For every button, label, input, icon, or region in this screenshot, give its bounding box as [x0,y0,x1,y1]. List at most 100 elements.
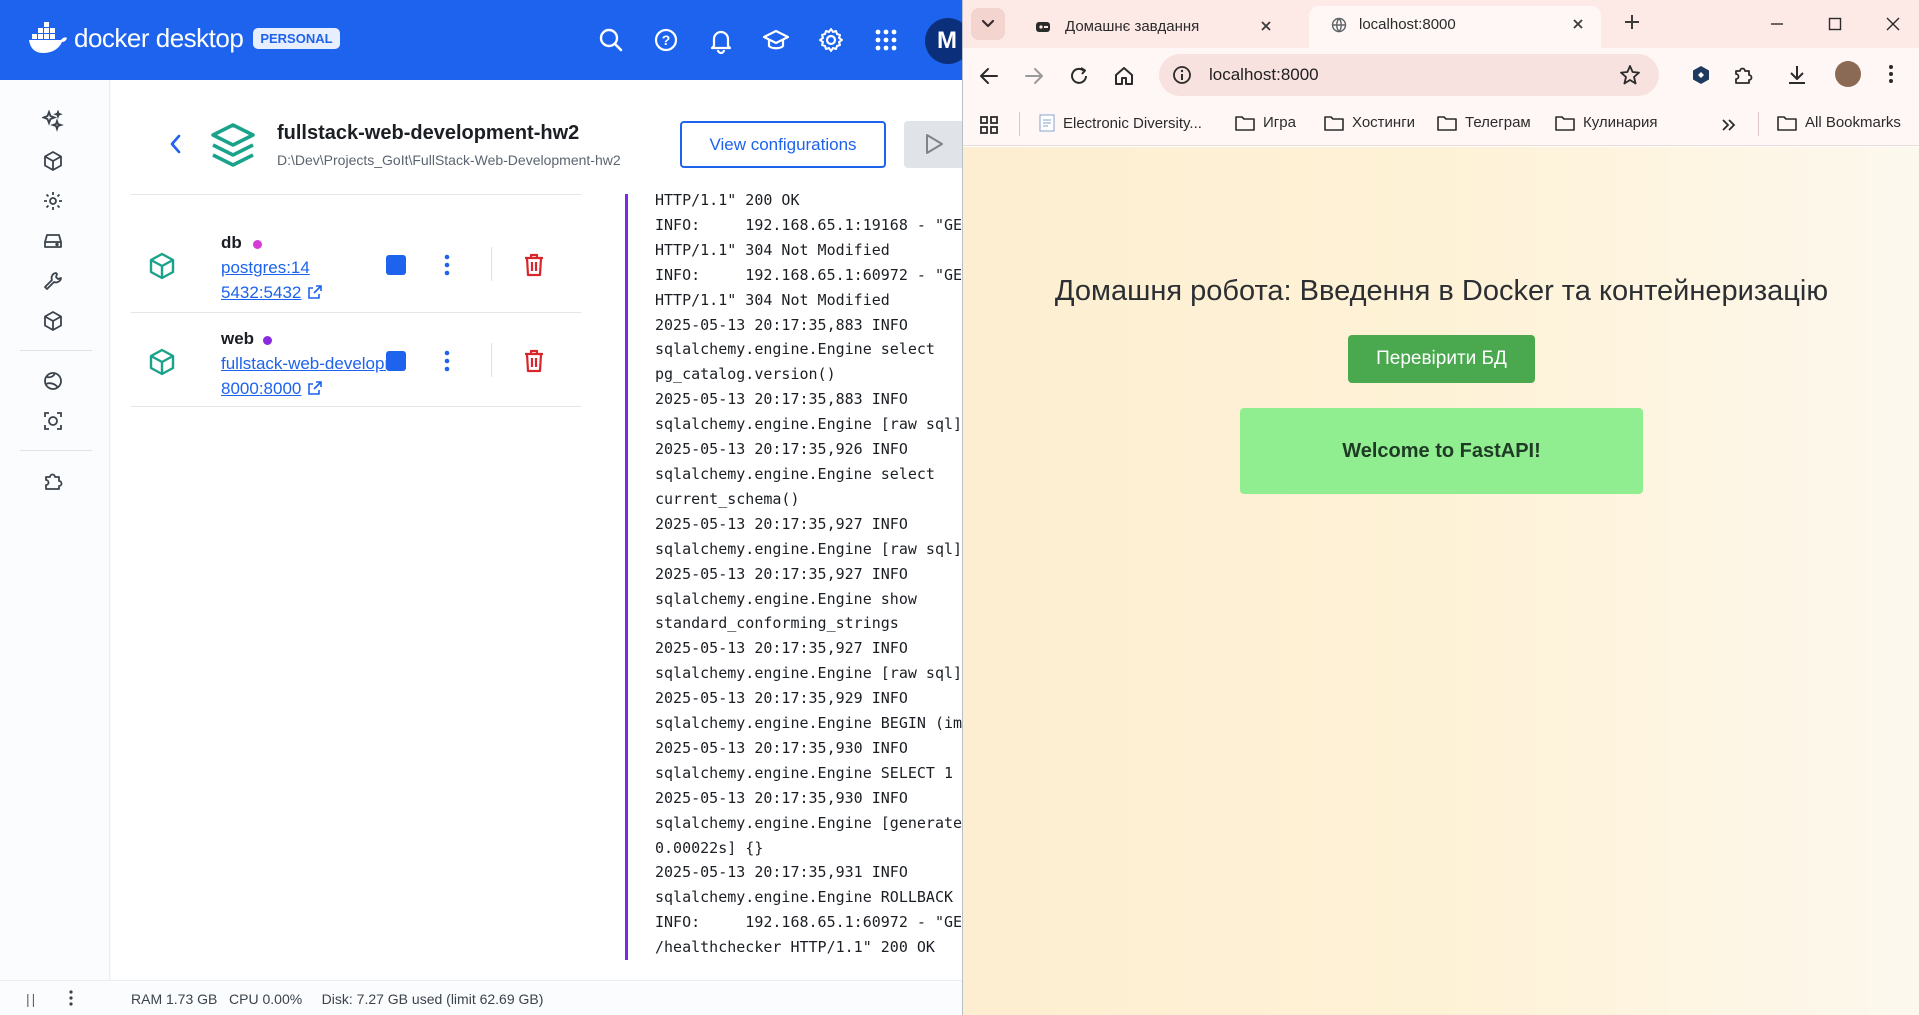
bookmark-star-icon[interactable] [1619,64,1641,86]
docker-sidebar [0,80,110,1015]
apps-icon[interactable] [979,115,999,135]
containers-icon[interactable] [42,150,64,172]
bookmark-folder[interactable]: Хостинги [1324,114,1415,131]
site-info-icon[interactable] [1171,64,1193,86]
more-options-icon[interactable] [443,253,451,277]
all-bookmarks-label: All Bookmarks [1805,114,1901,131]
volumes-icon[interactable] [42,230,64,252]
trash-icon[interactable] [523,349,545,373]
scout-icon[interactable] [42,410,64,432]
service-row-db[interactable]: db postgres:14 5432:5432 [131,225,581,320]
extensions-icon[interactable] [42,470,64,492]
chrome-menu-icon[interactable] [1888,63,1894,85]
bookmark-folder[interactable]: Игра [1235,114,1296,131]
log-line: sqlalchemy.engine.Engine ROLLBACK [655,888,954,907]
divider [131,406,581,407]
bookmark-folder[interactable]: Кулинария [1555,114,1658,131]
images-icon[interactable] [42,190,64,212]
log-line: sqlalchemy.engine.Engine BEGIN (im [655,714,962,733]
disk-usage: Disk: 7.27 GB used (limit 62.69 GB) [321,991,544,1007]
docker-whale-icon [29,22,67,53]
logs-panel[interactable]: HTTP/1.1" 200 OK INFO: 192.168.65.1:19168… [625,194,962,960]
forward-arrow-icon[interactable] [1023,65,1045,87]
service-image-link[interactable]: postgres:14 [221,258,386,278]
back-chevron-icon[interactable] [167,132,185,156]
new-tab-icon[interactable] [1623,13,1641,31]
project-title: fullstack-web-development-hw2 [277,122,580,144]
docker-logo[interactable]: docker desktop PERSONAL [28,22,340,54]
bookmark-label: Игра [1263,114,1296,131]
tab-search-button[interactable] [971,8,1005,40]
status-more-icon[interactable] [68,989,74,1007]
log-line: sqlalchemy.engine.Engine [raw sql] [655,664,962,683]
bookmark-item[interactable]: Electronic Diversity... [1039,114,1202,132]
external-link-icon [308,285,323,299]
builds-icon[interactable] [42,270,64,292]
log-line: 2025-05-13 20:17:35,931 INFO [655,863,908,882]
container-cube-icon [149,348,175,376]
service-row-web[interactable]: web fullstack-web-development-hw2-web 80… [131,321,581,416]
stop-button[interactable] [386,255,406,275]
docker-brand-text: docker desktop [74,22,244,53]
learning-center-icon[interactable] [760,24,792,56]
log-line: INFO: 192.168.65.1:60972 - "GE [655,913,962,932]
log-line: INFO: 192.168.65.1:19168 - "GE [655,215,962,234]
home-icon[interactable] [1113,65,1135,87]
cpu-usage: CPU 0.00% [229,991,303,1007]
bookmark-label: Кулинария [1583,114,1658,131]
extension-hex-icon[interactable] [1689,63,1713,87]
run-button[interactable] [904,121,962,168]
extensions-puzzle-icon[interactable] [1731,63,1755,87]
log-line: 2025-05-13 20:17:35,927 INFO [655,514,908,533]
folder-icon [1324,115,1344,131]
search-icon[interactable] [595,24,627,56]
bell-icon[interactable] [705,24,737,56]
minimize-icon[interactable] [1769,16,1785,32]
reload-icon[interactable] [1068,65,1090,87]
trash-icon[interactable] [523,253,545,277]
log-line: sqlalchemy.engine.Engine [generate [655,813,962,832]
log-line: HTTP/1.1" 304 Not Modified [655,240,890,259]
download-icon[interactable] [1785,63,1809,87]
tab-localhost[interactable]: localhost:8000 [1309,6,1601,48]
log-line: sqlalchemy.engine.Engine select [655,464,935,483]
close-tab-icon[interactable] [1571,17,1585,31]
port-text: 5432:5432 [221,283,302,302]
bookmarks-bar: Electronic Diversity... Игра Хостинги Те… [963,102,1919,146]
more-bookmarks-icon[interactable] [1721,118,1737,132]
service-name: db [221,233,242,252]
log-line: INFO: 192.168.65.1:60972 - "GE [655,265,962,284]
close-window-icon[interactable] [1885,16,1901,32]
service-port-link[interactable]: 5432:5432 [221,283,323,303]
models-icon[interactable] [42,310,64,332]
tab-homework[interactable]: Домашнє завдання [1021,8,1283,42]
view-configurations-button[interactable]: View configurations [680,121,886,168]
service-image-link[interactable]: fullstack-web-development-hw2-web [221,354,386,374]
close-tab-icon[interactable] [1259,19,1273,33]
log-line: 2025-05-13 20:17:35,883 INFO [655,315,908,334]
container-cube-icon [149,252,175,280]
apps-grid-icon[interactable] [870,24,902,56]
log-line: 0.00022s] {} [655,838,764,857]
profile-avatar[interactable] [1835,61,1861,87]
stop-button[interactable] [386,351,406,371]
ask-gordon-icon[interactable] [42,110,64,132]
help-icon[interactable]: ? [650,24,682,56]
check-db-button[interactable]: Перевірити БД [1348,335,1535,383]
all-bookmarks[interactable]: All Bookmarks [1777,114,1901,131]
avatar[interactable]: M [925,18,962,64]
stack-layers-icon [211,123,255,167]
log-line: 2025-05-13 20:17:35,883 INFO [655,390,908,409]
service-port-link[interactable]: 8000:8000 [221,379,323,399]
back-arrow-icon[interactable] [978,65,1000,87]
external-link-icon [308,381,323,395]
panel-toggle-icon[interactable]: || [26,991,37,1007]
more-options-icon[interactable] [443,349,451,373]
bookmark-folder[interactable]: Телеграм [1437,114,1531,131]
chevron-down-icon [981,19,995,28]
project-path: D:\Dev\Projects_GoIt\FullStack-Web-Devel… [277,152,621,168]
docker-hub-icon[interactable] [42,370,64,392]
gear-icon[interactable] [815,24,847,56]
maximize-icon[interactable] [1827,16,1843,32]
address-bar[interactable]: localhost:8000 [1159,54,1659,96]
